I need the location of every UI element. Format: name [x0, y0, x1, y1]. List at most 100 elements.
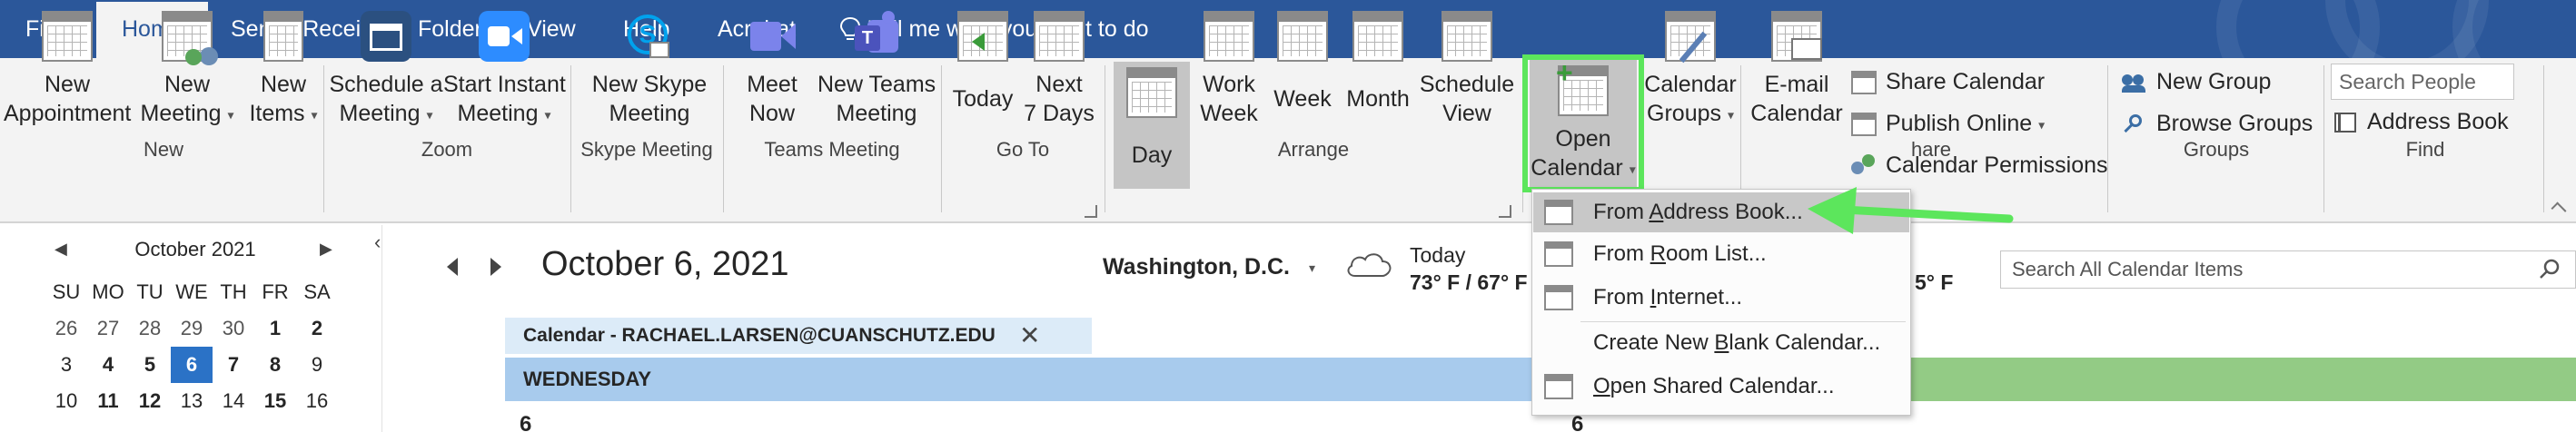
- next-7-days-icon: [1034, 11, 1085, 62]
- group-label-groups: Groups: [2183, 138, 2250, 161]
- arrange-dialog-launcher-icon[interactable]: [1499, 205, 1511, 218]
- mini-calendar-day[interactable]: 8: [254, 347, 296, 383]
- address-book-label: Address Book: [2367, 109, 2509, 134]
- today-button[interactable]: Today: [945, 5, 1021, 133]
- month-button[interactable]: Month: [1337, 5, 1419, 133]
- new-appointment-button[interactable]: New Appointment: [4, 5, 131, 133]
- start-instant-meeting-button[interactable]: Start Instant Meeting ▾: [443, 5, 566, 133]
- calendar-groups-label-1: Calendar: [1644, 72, 1737, 97]
- dropdown-item-text: nternet...: [1656, 285, 1743, 309]
- today-icon: [957, 11, 1008, 62]
- schedule-view-button[interactable]: Schedule View: [1419, 5, 1515, 133]
- mini-calendar-day[interactable]: 13: [171, 383, 213, 419]
- goto-dialog-launcher-icon[interactable]: [1085, 205, 1097, 218]
- close-icon[interactable]: ✕: [1019, 318, 1040, 354]
- group-separator: [2323, 65, 2324, 212]
- previous-month-icon[interactable]: ◀: [54, 240, 67, 259]
- mini-calendar-day[interactable]: 11: [87, 383, 129, 419]
- next-day-icon[interactable]: [490, 258, 501, 276]
- schedule-view-label-1: Schedule: [1419, 72, 1515, 97]
- mini-calendar-day[interactable]: 5: [129, 347, 171, 383]
- day-view-button[interactable]: Day: [1114, 62, 1190, 189]
- new-items-button[interactable]: New Items ▾: [243, 5, 323, 133]
- next-7-days-button[interactable]: Next 7 Days: [1021, 5, 1097, 133]
- calendar-tab[interactable]: Calendar - RACHAEL.LARSEN@CUANSCHUTZ.EDU…: [505, 318, 1092, 354]
- video-camera-icon: [747, 11, 798, 62]
- schedule-zoom-meeting-button[interactable]: Schedule a Meeting ▾: [329, 5, 443, 133]
- mini-calendar-day[interactable]: 10: [45, 383, 87, 419]
- address-book-button[interactable]: Address Book: [2331, 105, 2509, 138]
- mini-calendar-day[interactable]: 9: [296, 347, 338, 383]
- work-week-icon: [1204, 11, 1254, 62]
- collapse-pane-icon[interactable]: ‹: [374, 231, 381, 254]
- group-label-zoom: Zoom: [421, 138, 473, 161]
- search-calendar-input[interactable]: Search All Calendar Items: [2000, 250, 2576, 289]
- meeting-icon: [162, 11, 218, 65]
- new-skype-meeting-button[interactable]: S New Skype Meeting: [581, 5, 718, 133]
- search-icon[interactable]: [2538, 258, 2561, 281]
- mini-calendar-day[interactable]: 12: [129, 383, 171, 419]
- dropdown-separator: [1580, 321, 1906, 322]
- dropdown-item-accelerator: O: [1593, 374, 1610, 398]
- meet-now-label-1: Meet: [747, 72, 798, 97]
- zoom-calendar-icon: [361, 11, 411, 62]
- mini-calendar-day[interactable]: 15: [254, 383, 296, 419]
- start-instant-label-1: Start Instant: [443, 72, 566, 97]
- new-items-label-1: New: [260, 72, 306, 97]
- mini-calendar-day[interactable]: 2: [296, 310, 338, 347]
- new-teams-meeting-button[interactable]: T New Teams Meeting: [817, 5, 936, 133]
- mini-calendar-day[interactable]: 14: [213, 383, 254, 419]
- weekday-header: TU: [136, 280, 163, 303]
- weekday-header: TH: [220, 280, 247, 303]
- calendar-permissions-button[interactable]: Calendar Permissions: [1849, 149, 2108, 182]
- mini-calendar-today[interactable]: 6: [171, 347, 213, 383]
- mini-calendar-day[interactable]: 3: [45, 347, 87, 383]
- shared-calendar-icon: [1544, 374, 1573, 399]
- previous-day-icon[interactable]: [447, 258, 458, 276]
- new-meeting-button[interactable]: New Meeting ▾: [131, 5, 243, 133]
- create-blank-calendar-item[interactable]: Create New Blank Calendar...: [1533, 323, 1909, 363]
- mini-calendar-day[interactable]: 16: [296, 383, 338, 419]
- mini-calendar-day[interactable]: 27: [87, 310, 129, 347]
- work-week-button[interactable]: Work Week: [1190, 5, 1268, 133]
- new-teams-label-1: New Teams: [817, 72, 936, 97]
- week-button[interactable]: Week: [1268, 5, 1337, 133]
- current-date-heading: October 6, 2021: [541, 245, 789, 283]
- email-calendar-label-2: Calendar: [1750, 101, 1843, 126]
- from-room-list-item[interactable]: From Room List...: [1533, 234, 1909, 274]
- mini-calendar-day[interactable]: 30: [213, 310, 254, 347]
- meet-now-button[interactable]: Meet Now: [727, 5, 817, 133]
- mini-calendar-day[interactable]: 28: [129, 310, 171, 347]
- share-calendar-button[interactable]: Share Calendar: [1849, 65, 2045, 98]
- search-people-input[interactable]: Search People: [2331, 64, 2514, 100]
- open-shared-calendar-item[interactable]: Open Shared Calendar...: [1533, 367, 1909, 407]
- room-list-icon: [1544, 241, 1573, 267]
- schedule-view-label-2: View: [1442, 101, 1491, 126]
- new-items-icon: [263, 11, 303, 62]
- from-internet-item[interactable]: From Internet...: [1533, 278, 1909, 318]
- group-label-new: New: [143, 138, 183, 161]
- new-group-button[interactable]: New Group: [2120, 65, 2271, 98]
- from-address-book-item[interactable]: From Address Book...: [1533, 192, 1909, 232]
- dropdown-item-accelerator: R: [1650, 241, 1667, 266]
- browse-groups-button[interactable]: Browse Groups: [2120, 107, 2313, 140]
- mini-calendar-day[interactable]: 4: [87, 347, 129, 383]
- mini-calendar-day[interactable]: 29: [171, 310, 213, 347]
- browse-groups-label: Browse Groups: [2156, 111, 2313, 136]
- email-calendar-button[interactable]: E-mail Calendar: [1746, 5, 1848, 133]
- group-label-teams: Teams Meeting: [764, 138, 900, 161]
- month-label: Month: [1346, 86, 1410, 112]
- publish-online-button[interactable]: Publish Online ▾: [1849, 107, 2045, 140]
- weather-location-selector[interactable]: Washington, D.C. ▾: [1103, 254, 1315, 280]
- dropdown-item-accelerator: B: [1714, 330, 1729, 355]
- next-month-icon[interactable]: ▶: [320, 240, 332, 259]
- mini-calendar-day[interactable]: 1: [254, 310, 296, 347]
- new-appointment-label-1: New: [44, 72, 90, 97]
- day-number: 6: [520, 412, 532, 432]
- dropdown-item-text: Create New: [1593, 330, 1715, 355]
- publish-online-label: Publish Online: [1886, 111, 2033, 136]
- mini-calendar-day[interactable]: 7: [213, 347, 254, 383]
- group-label-share-partial: hare: [1911, 138, 1952, 161]
- calendar-groups-button[interactable]: Calendar Groups ▾: [1642, 5, 1739, 133]
- mini-calendar-day[interactable]: 26: [45, 310, 87, 347]
